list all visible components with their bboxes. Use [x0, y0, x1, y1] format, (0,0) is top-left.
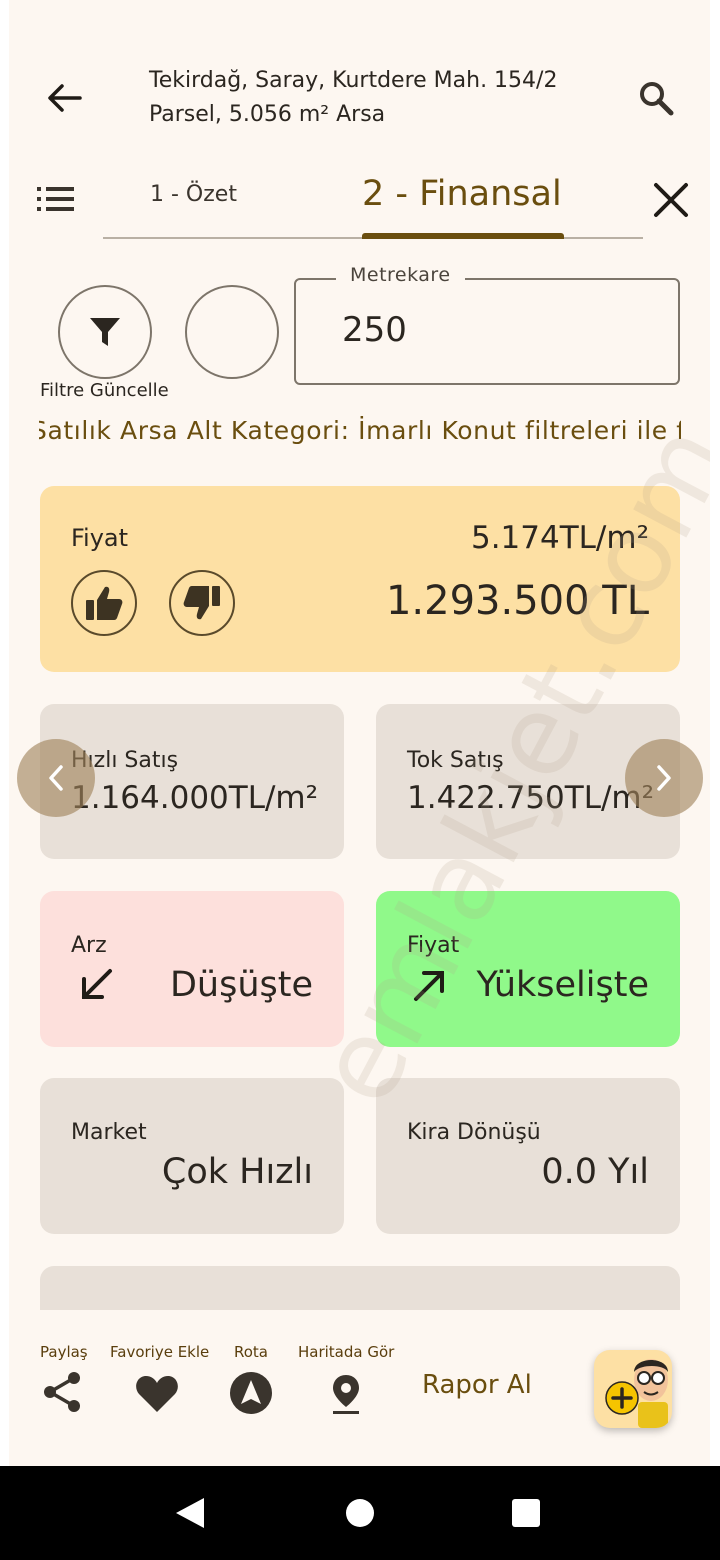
tab-ozet[interactable]: 1 - Özet	[150, 182, 237, 207]
chevron-right-icon	[657, 765, 671, 791]
supply-card: Arz Düşüşte	[40, 891, 344, 1047]
tab-finansal[interactable]: 2 - Finansal	[362, 174, 562, 214]
menu-button[interactable]	[35, 182, 77, 216]
heart-icon	[136, 1376, 178, 1412]
price-label: Fiyat	[71, 524, 129, 552]
arrow-down-left-icon	[82, 969, 112, 999]
thumb-up-icon	[86, 586, 123, 620]
system-nav-bar	[0, 1466, 720, 1560]
list-menu-icon	[37, 187, 74, 211]
arrow-left-icon	[48, 84, 82, 112]
back-button[interactable]	[39, 78, 89, 118]
price-trend-value: Yükselişte	[476, 965, 649, 1005]
supply-label: Arz	[71, 933, 107, 958]
favorite-action[interactable]: Favoriye Ekle	[110, 1343, 220, 1412]
supply-value: Düşüşte	[169, 965, 313, 1005]
next-card-partial	[40, 1266, 680, 1310]
area-field-label: Metrekare	[336, 264, 465, 286]
carousel-next-button[interactable]	[625, 739, 703, 817]
filter-info-marquee: Satılık Arsa Alt Kategori: İmarlı Konut …	[39, 416, 681, 456]
share-label: Paylaş	[40, 1343, 88, 1361]
close-button[interactable]	[649, 178, 693, 222]
map-pin-icon	[333, 1375, 359, 1414]
carousel-prev-button[interactable]	[17, 739, 95, 817]
chevron-left-icon	[49, 765, 63, 791]
search-icon	[640, 82, 674, 116]
share-action[interactable]: Paylaş	[40, 1343, 100, 1412]
empty-option-button[interactable]	[185, 285, 279, 379]
share-icon	[44, 1372, 80, 1412]
market-card: Market Çok Hızlı	[40, 1078, 344, 1234]
rent-return-label: Kira Dönüşü	[407, 1120, 541, 1145]
route-label: Rota	[234, 1343, 268, 1361]
quick-sale-value: 1.164.000TL/m²	[71, 780, 319, 816]
assistant-avatar-icon	[605, 1359, 668, 1428]
report-button[interactable]: Rapor Al	[422, 1370, 532, 1400]
system-recents-icon[interactable]	[511, 1498, 541, 1528]
active-tab-indicator	[362, 233, 564, 239]
route-action[interactable]: Rota	[230, 1343, 294, 1414]
close-icon	[654, 183, 688, 217]
dislike-button[interactable]	[169, 570, 235, 636]
map-action[interactable]: Haritada Gör	[298, 1343, 408, 1414]
like-button[interactable]	[71, 570, 137, 636]
system-home-icon[interactable]	[345, 1498, 375, 1528]
rent-return-card: Kira Dönüşü 0.0 Yıl	[376, 1078, 680, 1234]
app-screen: Tekirdağ, Saray, Kurtdere Mah. 154/2 Par…	[9, 0, 710, 1466]
market-label: Market	[71, 1120, 147, 1145]
market-value: Çok Hızlı	[161, 1152, 313, 1192]
map-label: Haritada Gör	[298, 1343, 395, 1361]
thumb-down-icon	[183, 586, 220, 620]
listing-title: Tekirdağ, Saray, Kurtdere Mah. 154/2 Par…	[149, 68, 558, 127]
area-field-value[interactable]: 250	[342, 310, 407, 350]
system-back-icon[interactable]	[174, 1496, 206, 1530]
favorite-label: Favoriye Ekle	[110, 1343, 210, 1361]
filter-update-button[interactable]	[58, 285, 152, 379]
filter-icon	[90, 318, 120, 346]
assistant-fab[interactable]	[594, 1350, 672, 1428]
search-button[interactable]	[634, 76, 678, 120]
navigation-icon	[230, 1372, 272, 1414]
filter-info-text: Satılık Arsa Alt Kategori: İmarlı Konut …	[39, 416, 681, 445]
filter-update-label: Filtre Güncelle	[40, 380, 169, 401]
rent-return-value: 0.0 Yıl	[541, 1152, 649, 1192]
